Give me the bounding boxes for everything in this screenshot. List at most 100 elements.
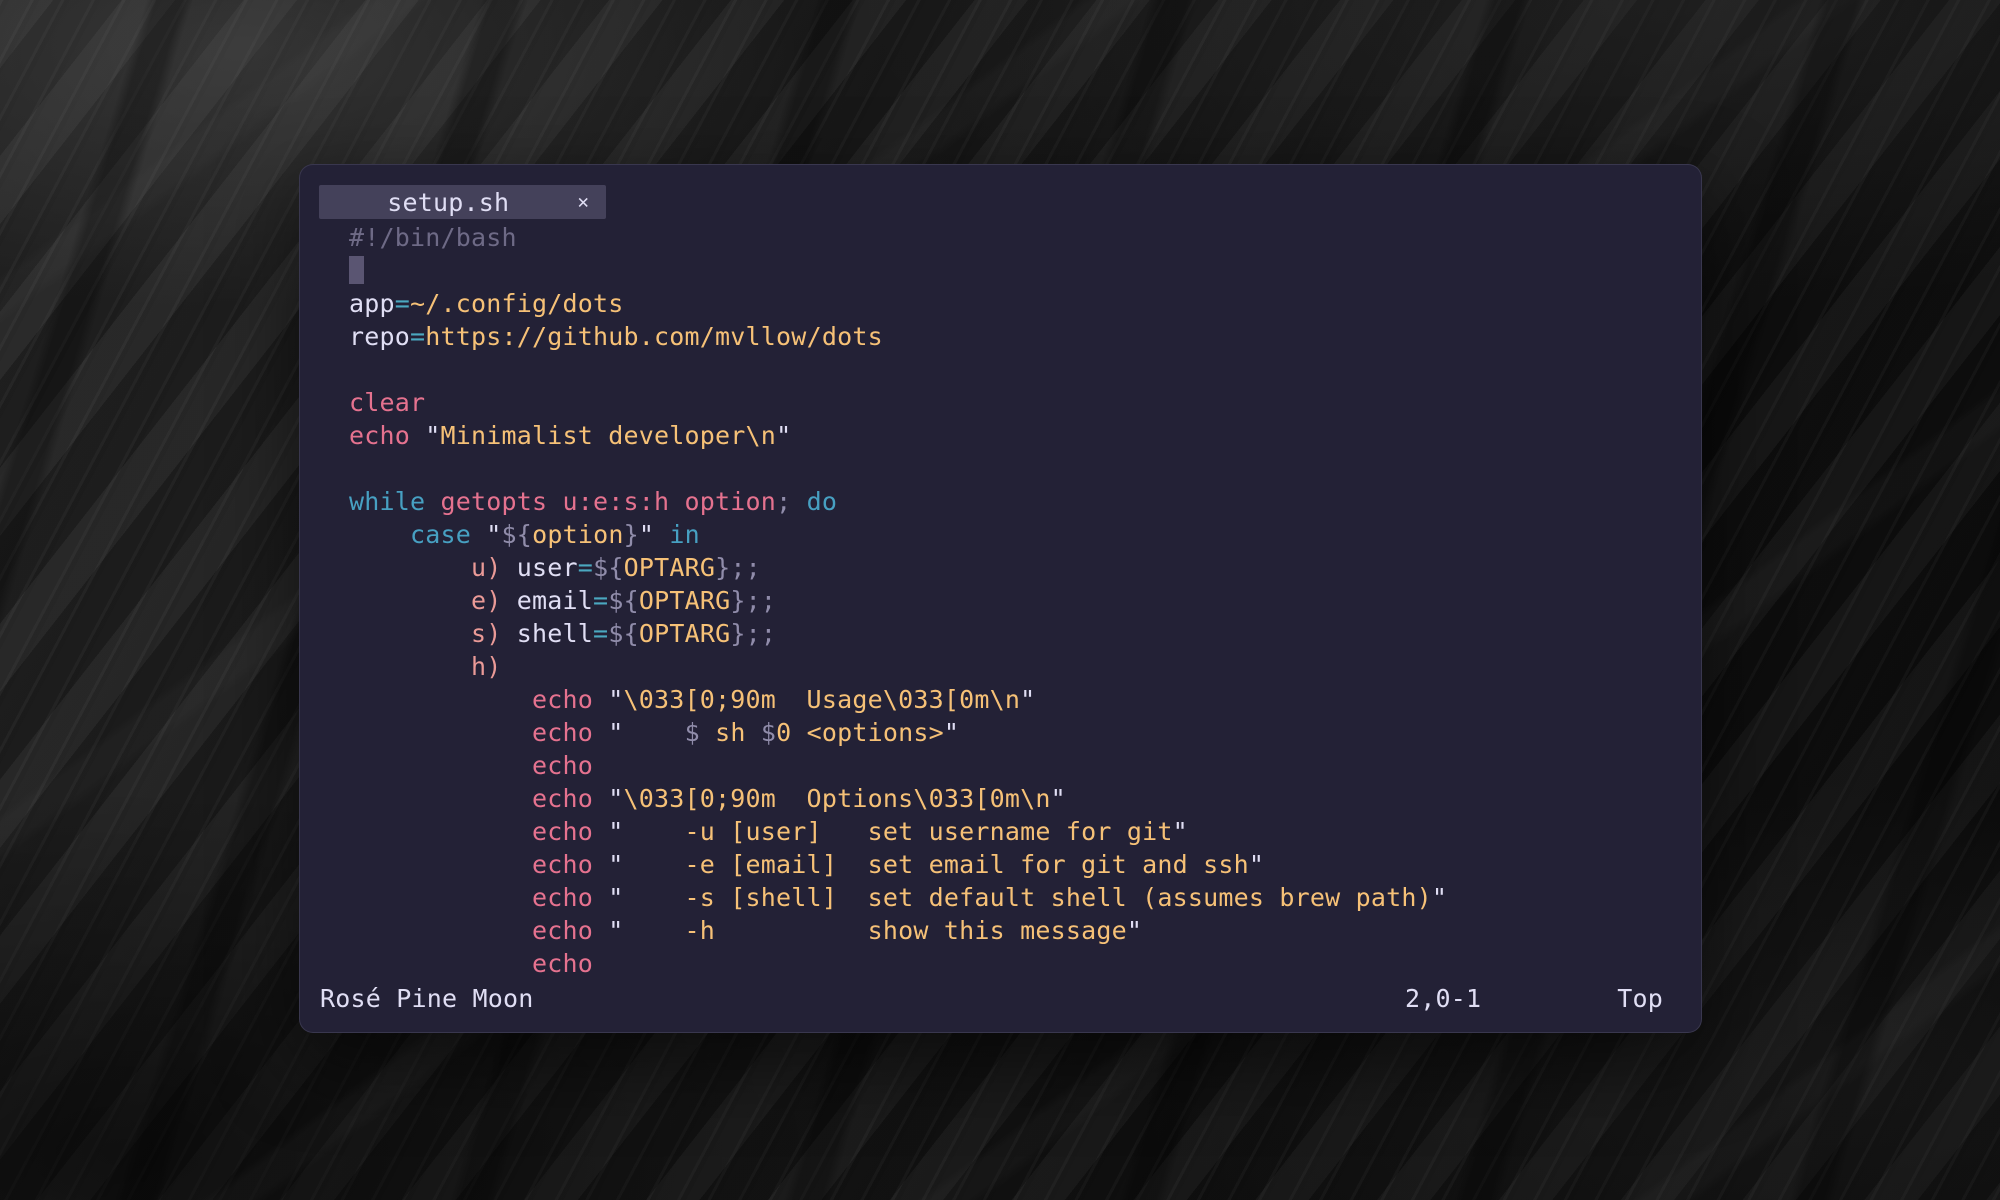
code-lines: #!/bin/bashapp=~/.config/dotsrepo=https:… [349, 221, 1701, 980]
code-token: };; [730, 586, 776, 615]
code-line: u) user=${OPTARG};; [349, 551, 1701, 584]
code-token: } [624, 520, 639, 549]
code-token: ${ [593, 553, 624, 582]
code-token [349, 586, 471, 615]
code-token: while [349, 487, 425, 516]
code-line [349, 254, 1701, 287]
statusline-theme-name: Rosé Pine Moon [320, 984, 534, 1013]
code-token: echo [349, 421, 410, 450]
code-token: do [807, 487, 838, 516]
code-token: -u [user] set username for git [624, 817, 1173, 846]
code-token: u) [471, 553, 517, 582]
code-token: getopts u:e:s:h option [441, 487, 777, 516]
code-line: #!/bin/bash [349, 221, 1701, 254]
code-line: echo " -u [user] set username for git" [349, 815, 1701, 848]
code-token: OPTARG [639, 619, 731, 648]
code-token [624, 718, 685, 747]
code-token [349, 883, 532, 912]
code-token [349, 784, 532, 813]
code-token: email [517, 586, 593, 615]
tab-filename: setup.sh [319, 188, 578, 217]
code-token: echo [532, 718, 593, 747]
code-token: ~/.config/dots [410, 289, 624, 318]
code-token: -s [shell] set default shell (assumes br… [624, 883, 1432, 912]
scroll-position: Top [1617, 984, 1663, 1013]
code-token: e) [471, 586, 517, 615]
code-token: shell [517, 619, 593, 648]
code-token: repo [349, 322, 410, 351]
code-token: " [593, 718, 624, 747]
code-token: " [593, 916, 624, 945]
code-token: " [1020, 685, 1035, 714]
code-token: " [593, 784, 624, 813]
code-token: OPTARG [639, 586, 731, 615]
tab-setup-sh[interactable]: setup.sh ✕ [319, 185, 606, 219]
code-token: echo [532, 850, 593, 879]
code-token: \033[0;90m Options\033[0m\n [624, 784, 1051, 813]
code-token: = [395, 289, 410, 318]
code-token: };; [715, 553, 761, 582]
code-token: Minimalist developer\n [441, 421, 777, 450]
code-token: " [1051, 784, 1066, 813]
code-token: case [410, 520, 471, 549]
code-token: echo [532, 949, 593, 978]
code-token: echo [532, 784, 593, 813]
code-token: " [593, 850, 624, 879]
code-token: ${ [502, 520, 533, 549]
code-line: e) email=${OPTARG};; [349, 584, 1701, 617]
code-token [349, 685, 532, 714]
code-line: app=~/.config/dots [349, 287, 1701, 320]
code-line: repo=https://github.com/mvllow/dots [349, 320, 1701, 353]
code-token: #!/bin/bash [349, 223, 517, 252]
code-token [349, 619, 471, 648]
code-token: ${ [608, 619, 639, 648]
code-token: 0 <options> [776, 718, 944, 747]
code-token: " [1249, 850, 1264, 879]
code-token: echo [532, 883, 593, 912]
code-token: option [532, 520, 624, 549]
code-token: echo [532, 817, 593, 846]
code-token: };; [730, 619, 776, 648]
code-line: echo "\033[0;90m Options\033[0m\n" [349, 782, 1701, 815]
code-token: " [1127, 916, 1142, 945]
code-line: clear [349, 386, 1701, 419]
code-token: " [593, 817, 624, 846]
editor-window: setup.sh ✕ #!/bin/bash app=~/.config/dots… [299, 164, 1702, 1033]
code-token: -h show this message [624, 916, 1127, 945]
code-line [349, 353, 1701, 386]
code-token [349, 553, 471, 582]
code-line: echo " $ sh $0 <options>" [349, 716, 1701, 749]
code-token: = [593, 586, 608, 615]
code-token [349, 817, 532, 846]
code-token [349, 718, 532, 747]
code-token: ; [776, 487, 807, 516]
code-line [349, 452, 1701, 485]
code-token: = [578, 553, 593, 582]
code-token: \033[0;90m Usage\033[0m\n [624, 685, 1021, 714]
close-icon[interactable]: ✕ [578, 193, 589, 212]
code-token: echo [532, 685, 593, 714]
code-token: -e [email] set email for git and ssh [624, 850, 1249, 879]
code-token: " [593, 883, 624, 912]
code-line: echo "Minimalist developer\n" [349, 419, 1701, 452]
code-editor[interactable]: #!/bin/bashapp=~/.config/dotsrepo=https:… [300, 219, 1701, 980]
code-token [349, 949, 532, 978]
code-token: " [639, 520, 670, 549]
code-line: h) [349, 650, 1701, 683]
code-token: " [776, 421, 791, 450]
code-line: echo " -e [email] set email for git and … [349, 848, 1701, 881]
code-token: $ [761, 718, 776, 747]
code-token: " [471, 520, 502, 549]
code-line: case "${option}" in [349, 518, 1701, 551]
code-token: https://github.com/mvllow/dots [425, 322, 883, 351]
code-line: s) shell=${OPTARG};; [349, 617, 1701, 650]
code-token: = [593, 619, 608, 648]
code-line: echo [349, 749, 1701, 782]
tab-bar: setup.sh ✕ [319, 185, 1701, 219]
code-token: clear [349, 388, 425, 417]
code-token: h) [471, 652, 502, 681]
code-line: echo " -h show this message" [349, 914, 1701, 947]
code-token: " [1432, 883, 1447, 912]
code-token: ${ [608, 586, 639, 615]
code-line: echo " -s [shell] set default shell (ass… [349, 881, 1701, 914]
